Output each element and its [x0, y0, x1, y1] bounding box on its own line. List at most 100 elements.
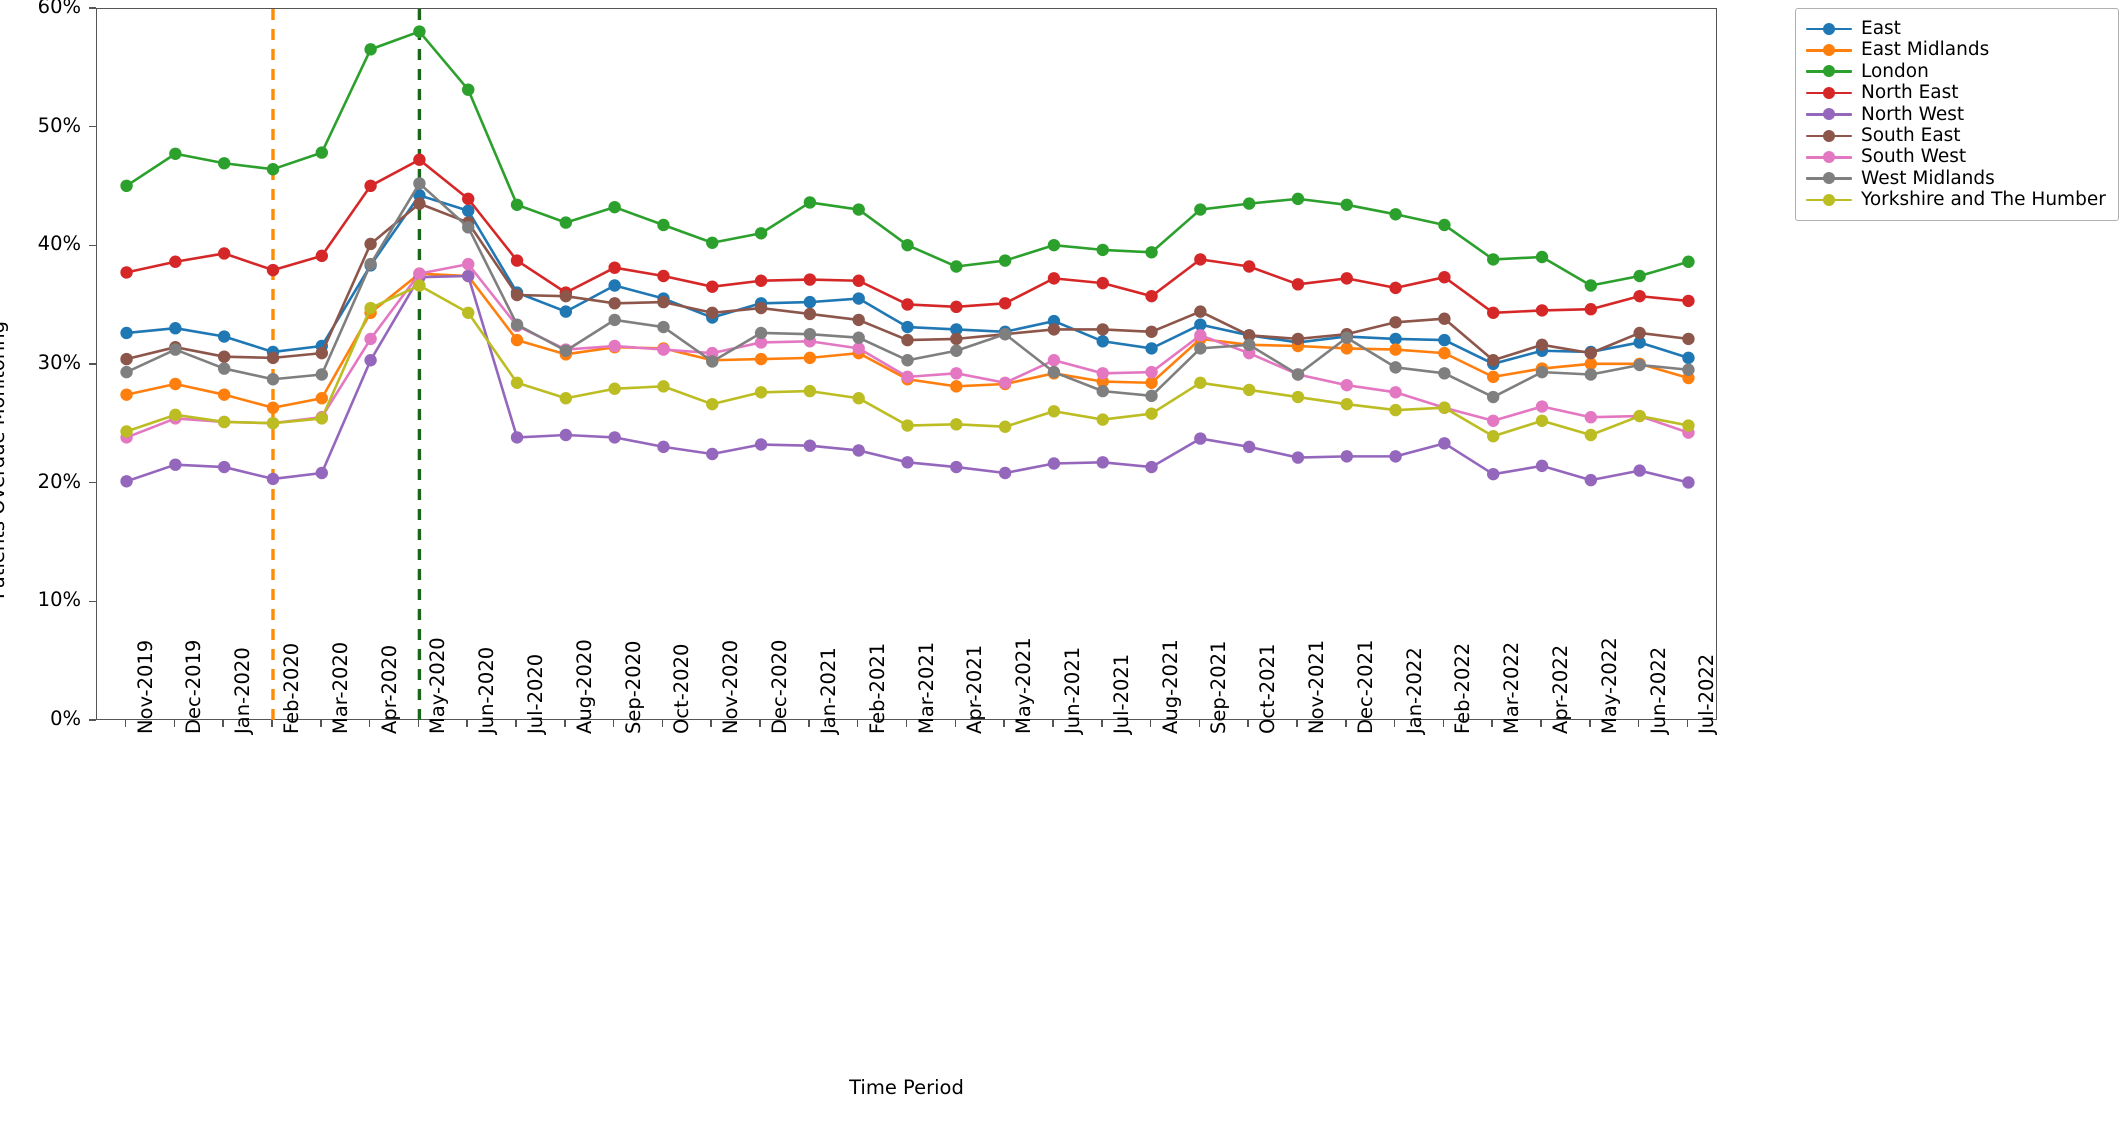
data-point [169, 255, 182, 268]
x-tick-label: Jun-2020 [475, 646, 499, 734]
legend-label: South West [1861, 146, 1967, 168]
data-point [1682, 255, 1695, 268]
x-tick-label: Jun-2022 [1646, 646, 1670, 734]
data-point [852, 331, 865, 344]
data-point [413, 153, 426, 166]
data-point [852, 392, 865, 405]
y-tick-mark [89, 363, 96, 365]
data-point [217, 460, 231, 474]
data-point [901, 370, 914, 384]
data-point [266, 351, 280, 365]
x-tick-label: Apr-2020 [377, 644, 401, 734]
data-point [266, 472, 280, 486]
data-point [998, 297, 1012, 310]
x-tick-label: Oct-2020 [670, 643, 694, 734]
data-point [998, 254, 1012, 267]
data-point [1047, 354, 1061, 367]
x-tick-mark [710, 720, 713, 727]
x-tick-label: Feb-2021 [865, 642, 889, 734]
data-point [559, 428, 573, 442]
data-point [559, 289, 573, 303]
data-point [1145, 407, 1158, 420]
legend-label: East [1861, 18, 1901, 39]
data-point [510, 333, 524, 347]
data-point [1340, 378, 1353, 392]
legend-item-south-east[interactable]: South East [1806, 125, 2106, 146]
legend-item-east-midlands[interactable]: East Midlands [1806, 39, 2106, 60]
data-point [901, 354, 914, 367]
data-point [1682, 476, 1695, 489]
data-point [559, 305, 573, 318]
data-point [901, 298, 914, 311]
data-point [462, 83, 475, 96]
data-point [1145, 325, 1158, 338]
x-tick-label: May-2021 [1012, 637, 1036, 734]
data-point [998, 466, 1012, 480]
data-point [1145, 460, 1158, 474]
data-point [950, 460, 963, 474]
data-point [803, 196, 817, 209]
legend-item-north-east[interactable]: North East [1806, 82, 2106, 103]
data-point [1389, 208, 1402, 221]
data-point [413, 279, 426, 292]
legend-swatch-icon [1806, 171, 1852, 185]
x-tick-mark [1442, 720, 1445, 727]
data-point [901, 419, 914, 432]
data-point [120, 179, 133, 193]
x-tick-mark [1296, 720, 1298, 727]
data-point [1340, 450, 1353, 463]
x-tick-label: Jun-2021 [1060, 646, 1084, 734]
data-point [1242, 440, 1256, 454]
data-point [1291, 278, 1305, 291]
legend-label: North West [1861, 103, 1965, 125]
legend-item-north-west[interactable]: North West [1806, 104, 2106, 125]
data-point [510, 254, 524, 267]
x-tick-mark [1003, 720, 1005, 727]
legend-swatch-icon [1806, 129, 1852, 143]
data-point [413, 25, 426, 38]
data-point [998, 376, 1012, 389]
data-point [169, 322, 182, 335]
data-point [657, 269, 670, 283]
data-point [1194, 342, 1207, 355]
data-point [1047, 365, 1061, 379]
data-point [1242, 260, 1256, 273]
data-point [1584, 473, 1598, 487]
data-point [1438, 333, 1451, 347]
data-point [462, 221, 475, 234]
data-point [217, 350, 231, 363]
legend-item-london[interactable]: London [1806, 61, 2106, 82]
data-point [1194, 432, 1207, 445]
x-tick-mark [1393, 720, 1396, 727]
legend-item-south-west[interactable]: South West [1806, 146, 2106, 167]
x-tick-mark [1100, 720, 1103, 727]
data-point [315, 146, 328, 159]
x-tick-mark [124, 720, 127, 727]
data-point [1145, 246, 1158, 259]
data-point [1487, 253, 1500, 266]
data-point [1291, 451, 1305, 464]
x-tick-mark [1589, 720, 1591, 727]
x-tick-mark [1540, 720, 1542, 727]
legend-item-yorkshire-and-the-humber[interactable]: Yorkshire and The Humber [1806, 189, 2106, 210]
data-point [315, 368, 328, 381]
legend-swatch-icon [1806, 150, 1852, 164]
x-tick-label: Oct-2021 [1256, 643, 1280, 734]
legend-item-west-midlands[interactable]: West Midlands [1806, 168, 2106, 189]
data-point [1096, 384, 1109, 398]
x-tick-mark [173, 720, 176, 727]
data-point [1487, 430, 1500, 443]
data-point [608, 261, 621, 274]
data-point [803, 327, 817, 341]
data-point [657, 295, 670, 309]
legend-item-east[interactable]: East [1806, 18, 2106, 39]
x-tick-mark [222, 720, 224, 727]
data-point [1242, 197, 1256, 210]
data-point [608, 297, 621, 310]
data-point [998, 327, 1012, 341]
data-point [852, 274, 865, 287]
legend-label: South East [1861, 124, 1961, 146]
data-point [1682, 419, 1695, 432]
data-point [608, 431, 621, 444]
data-point [657, 320, 670, 334]
